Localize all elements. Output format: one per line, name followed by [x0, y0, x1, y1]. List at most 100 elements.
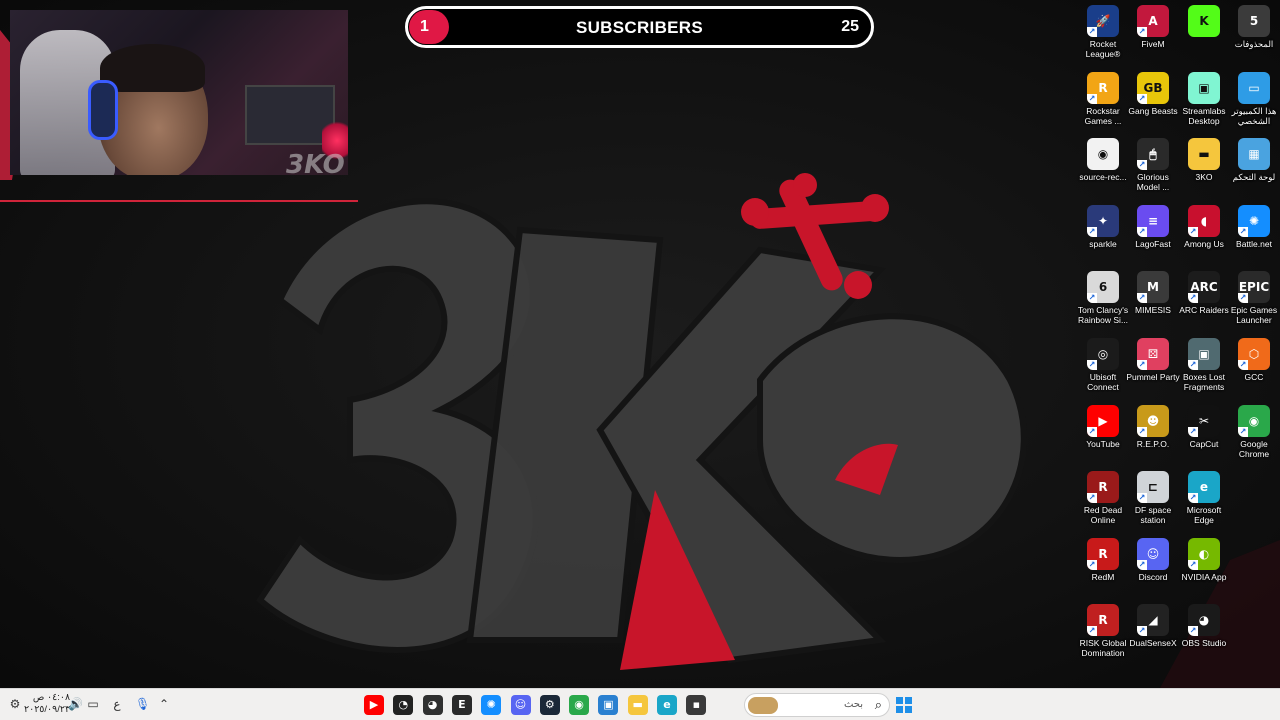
- desktop-icon[interactable]: 5 المحذوفات: [1227, 2, 1280, 66]
- shortcut-arrow-icon: ↗: [1188, 426, 1198, 437]
- desktop-icon[interactable]: ◎ ↗ Ubisoft Connect: [1076, 335, 1130, 399]
- desktop-icon[interactable]: ▬ 3KO: [1177, 135, 1231, 199]
- shortcut-arrow-icon: ↗: [1087, 93, 1097, 104]
- subscriber-goal-bar: 1 SUBSCRIBERS 25: [405, 6, 874, 48]
- icon-glyph: ✂: [1198, 413, 1210, 428]
- rockstar-icon: R ↗: [1087, 71, 1119, 104]
- desktop-icon-grid: 🚀 ↗ Rocket League® A ↗ FiveM K 5 المحذوفات R ↗ Rock…: [1076, 2, 1280, 682]
- volume-icon[interactable]: 🔊: [68, 697, 83, 711]
- icon-glyph: ARC: [1190, 280, 1218, 295]
- microphone-icon[interactable]: 🎙: [135, 697, 150, 711]
- icon-glyph: ⚄: [1147, 347, 1159, 361]
- desktop-icon[interactable]: ▣ Streamlabs Desktop: [1177, 69, 1231, 133]
- desktop-icon[interactable]: GB ↗ Gang Beasts: [1126, 69, 1180, 133]
- tray-clock[interactable]: ٠٤:٠٨ ص ٢٠٢٥/٠٩/٢٣: [24, 692, 70, 716]
- desktop-icon[interactable]: R ↗ Red Dead Online: [1076, 468, 1130, 532]
- desktop-icon[interactable]: A ↗ FiveM: [1126, 2, 1180, 66]
- desktop-icon[interactable]: ✦ ↗ sparkle: [1076, 202, 1130, 266]
- battlenet-taskbar-icon[interactable]: ✺: [481, 695, 502, 715]
- subscriber-goal-label: SUBSCRIBERS: [575, 18, 704, 37]
- desktop-icon[interactable]: ◐ ↗ NVIDIA App: [1177, 535, 1231, 599]
- shortcut-arrow-icon: ↗: [1137, 493, 1147, 504]
- icon-glyph: ◖: [1200, 213, 1208, 228]
- desktop-icon[interactable]: ⚄ ↗ Pummel Party: [1126, 335, 1180, 399]
- epic-taskbar-icon[interactable]: E: [451, 695, 472, 715]
- desktop-icon-label: source-rec...: [1079, 172, 1127, 183]
- red-dead-online-icon: R ↗: [1087, 471, 1119, 504]
- taskbar-search[interactable]: بحث ⌕: [744, 693, 890, 717]
- desktop-icon-label: Glorious Model ...: [1136, 172, 1170, 193]
- desktop-icon[interactable]: 🖱 ↗ Glorious Model ...: [1126, 135, 1180, 199]
- desktop-icon[interactable]: M ↗ MIMESIS: [1126, 268, 1180, 332]
- desktop-icon[interactable]: ◢ ↗ DualSenseX: [1126, 601, 1180, 665]
- photos-taskbar-icon[interactable]: ▣: [598, 695, 619, 715]
- icon-glyph: EPIC: [1238, 280, 1270, 295]
- desktop-icon[interactable]: ✺ ↗ Battle.net: [1227, 202, 1280, 266]
- desktop-icon[interactable]: 🚀 ↗ Rocket League®: [1076, 2, 1130, 66]
- desktop-icon[interactable]: ☺ ↗ Discord: [1126, 535, 1180, 599]
- chrome-taskbar-icon[interactable]: ◉: [569, 695, 590, 715]
- file-explorer-taskbar-icon[interactable]: ▬: [627, 695, 648, 715]
- desktop-icon-label: Ubisoft Connect: [1087, 372, 1119, 392]
- desktop-icon[interactable]: ▦ لوحة التحكم: [1227, 135, 1280, 199]
- icon-glyph: ▶: [1098, 413, 1108, 428]
- desktop-icon[interactable]: ◉ source-rec...: [1076, 135, 1130, 199]
- app-window-taskbar-icon[interactable]: ▪: [686, 695, 707, 715]
- ubisoft-icon: ◎ ↗: [1087, 338, 1119, 370]
- desktop-icon[interactable]: ▶ ↗ YouTube: [1076, 402, 1130, 466]
- shortcut-arrow-icon: ↗: [1087, 559, 1097, 570]
- show-hidden-icons-chevron-icon[interactable]: ⌃: [157, 697, 171, 711]
- desktop-icon[interactable]: EPIC ↗ Epic Games Launcher: [1227, 268, 1280, 332]
- speedometer-taskbar-icon[interactable]: ◔: [393, 695, 414, 715]
- desktop-icon[interactable]: ◕ ↗ OBS Studio: [1177, 601, 1231, 665]
- desktop-icon-label: Pummel Party: [1126, 372, 1180, 382]
- desktop-icon-label: LagoFast: [1135, 238, 1171, 249]
- edge-taskbar-icon[interactable]: e: [657, 695, 677, 715]
- icon-glyph: ✺: [1248, 213, 1260, 228]
- desktop-icon[interactable]: e ↗ Microsoft Edge: [1177, 468, 1231, 532]
- desktop-icon[interactable]: ▣ ↗ Boxes Lost Fragments: [1177, 335, 1231, 399]
- notification-settings-icon[interactable]: ⚙: [8, 697, 22, 711]
- icon-glyph: ▭: [1248, 80, 1260, 95]
- arc-raiders-icon: ARC ↗: [1188, 271, 1220, 304]
- desktop-icon[interactable]: K: [1177, 2, 1231, 66]
- start-button-windows-icon[interactable]: [896, 697, 912, 713]
- desktop-icon-label: Google Chrome: [1238, 438, 1270, 459]
- shortcut-arrow-icon: ↗: [1188, 493, 1198, 504]
- discord-taskbar-icon[interactable]: ☺: [510, 695, 531, 715]
- desktop-icon-label: Rocket League®: [1085, 39, 1121, 59]
- network-icon[interactable]: ▭: [86, 697, 100, 711]
- youtube-taskbar-icon[interactable]: ▶: [364, 695, 384, 715]
- desktop-icon-label: Streamlabs Desktop: [1182, 105, 1226, 126]
- rocket-league-icon: 🚀 ↗: [1087, 5, 1119, 37]
- desktop-icon[interactable]: R ↗ RedM: [1076, 535, 1130, 599]
- desktop-icon[interactable]: R ↗ Rockstar Games ...: [1076, 69, 1130, 133]
- recycle-bin-icon: 5: [1238, 5, 1270, 37]
- desktop-icon[interactable]: ◉ ↗ Google Chrome: [1227, 402, 1280, 466]
- desktop-icon[interactable]: ⊏ ↗ DF space station: [1126, 468, 1180, 532]
- desktop-icon[interactable]: R ↗ RISK Global Domination: [1076, 601, 1130, 665]
- steam-taskbar-icon[interactable]: ⚙: [539, 695, 560, 715]
- shortcut-arrow-icon: ↗: [1087, 293, 1097, 304]
- desktop-icon-label: sparkle: [1089, 238, 1117, 249]
- desktop-icon[interactable]: ▭ هذا الكمبيوتر الشخصي: [1227, 69, 1280, 133]
- desktop-icon[interactable]: ◖ ↗ Among Us: [1177, 202, 1231, 266]
- desktop-icon[interactable]: 6 ↗ Tom Clancy's Rainbow Si...: [1076, 268, 1130, 332]
- icon-glyph: ⊏: [1147, 480, 1159, 495]
- desktop-icon-label: DualSenseX: [1129, 638, 1177, 649]
- desktop-icon[interactable]: ARC ↗ ARC Raiders: [1177, 268, 1231, 332]
- desktop-icon[interactable]: ☻ ↗ R.E.P.O.: [1126, 402, 1180, 466]
- desktop-icon-label: المحذوفات: [1234, 39, 1274, 49]
- epic-games-icon: EPIC ↗: [1238, 271, 1270, 304]
- language-indicator[interactable]: ع: [110, 697, 124, 711]
- icon-glyph: K: [1199, 14, 1209, 28]
- repo-icon: ☻ ↗: [1137, 404, 1169, 437]
- control-panel-icon: ▦: [1238, 138, 1270, 171]
- desktop-icon-label: Among Us: [1184, 238, 1224, 249]
- obs-taskbar-icon[interactable]: ◕: [422, 695, 443, 715]
- desktop-icon[interactable]: ≡ ↗ LagoFast: [1126, 202, 1180, 266]
- shortcut-arrow-icon: ↗: [1137, 559, 1147, 570]
- icon-glyph: R: [1098, 80, 1108, 95]
- desktop-icon[interactable]: ⬡ ↗ GCC: [1227, 335, 1280, 399]
- desktop-icon[interactable]: ✂ ↗ CapCut: [1177, 402, 1231, 466]
